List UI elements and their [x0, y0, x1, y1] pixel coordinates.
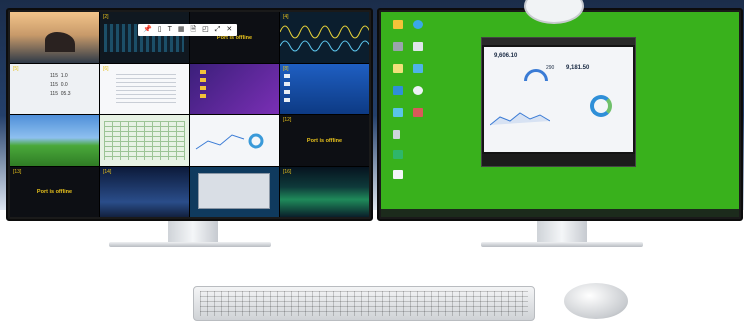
video-tile-9[interactable] [10, 115, 99, 166]
window-icon[interactable]: ◰ [202, 24, 209, 36]
donut-chart [590, 95, 612, 117]
meter-value: 115 [50, 81, 58, 88]
video-tile-16[interactable]: [16] [280, 166, 369, 217]
port-offline-text: Port is offline [306, 137, 343, 144]
tile-index-label: [5] [13, 65, 19, 72]
secondary-value: 290 [546, 65, 555, 71]
music-icon[interactable] [413, 64, 423, 73]
primary-value: 9,606.10 [494, 53, 518, 59]
video-tile-7[interactable] [190, 63, 279, 114]
video-tile-1[interactable] [10, 12, 99, 63]
tile-index-label: [16] [283, 168, 292, 175]
right-monitor: 9,606.10 290 9,181.50 [377, 0, 743, 221]
window-icon[interactable] [393, 170, 403, 179]
taskbar [381, 209, 739, 217]
window-titlebar [482, 38, 635, 45]
meter-value: 1.0 [60, 72, 68, 79]
fullscreen-icon[interactable]: ⤢ [215, 24, 221, 36]
multiview-toolbar: 📌 ▯ T ▦ 🗎 ◰ ⤢ ✕ [138, 24, 238, 36]
left-monitor: [2] Port is offline [4] [5] 115 1.0 115 … [6, 8, 373, 221]
globe-icon[interactable] [413, 86, 423, 95]
kvm-viewer-window[interactable]: 9,606.10 290 9,181.50 [481, 37, 636, 167]
meter-value: 05.3 [60, 90, 71, 97]
multiview-grid: [2] Port is offline [4] [5] 115 1.0 115 … [10, 12, 369, 217]
video-tile-2[interactable]: [2] [100, 12, 189, 63]
tile-index-label: [12] [283, 117, 292, 123]
gauge [524, 69, 548, 81]
video-tile-15[interactable] [190, 166, 279, 217]
database-icon[interactable] [393, 42, 403, 51]
spreadsheet-grid [104, 121, 185, 160]
tertiary-value: 9,181.50 [566, 65, 590, 71]
tile-index-label: [14] [103, 168, 112, 175]
meter-value: 115 [50, 90, 58, 97]
video-tile-6[interactable]: [6] [100, 63, 189, 114]
pin-icon[interactable]: 📌 [143, 24, 152, 36]
right-monitor-stand [537, 221, 587, 243]
video-tile-13[interactable]: [13] Port is offline [10, 166, 99, 217]
folder-icon[interactable] [393, 20, 403, 29]
tile-index-label: [2] [103, 14, 109, 20]
playback-controls[interactable] [482, 154, 635, 166]
file-icon[interactable]: 🗎 [190, 24, 196, 36]
settings-icon[interactable] [413, 42, 423, 51]
video-tile-14[interactable]: [14] [100, 166, 189, 217]
tools-icon[interactable] [413, 108, 423, 117]
tile-index-label: [8] [283, 65, 289, 72]
folder-icons [200, 69, 206, 100]
mouse[interactable] [564, 283, 628, 319]
cloud-icon[interactable] [413, 20, 423, 29]
port-offline-text: Port is offline [36, 189, 73, 196]
analytics-chart [195, 133, 264, 150]
document-lines [116, 73, 176, 104]
video-tile-5[interactable]: [5] 115 1.0 115 0.0 115 05.3 [10, 63, 99, 114]
keyboard-keys [200, 291, 528, 316]
desktop-icons [284, 73, 290, 106]
left-monitor-base [109, 242, 271, 247]
right-monitor-base [481, 242, 643, 247]
close-icon[interactable]: ✕ [226, 24, 232, 36]
video-tile-12[interactable]: [12] Port is offline [280, 115, 369, 166]
meter-value: 0.0 [60, 81, 68, 88]
multiview-screen: [2] Port is offline [4] [5] 115 1.0 115 … [10, 12, 369, 217]
video-tile-4[interactable]: [4] [280, 12, 369, 63]
phone-icon[interactable] [393, 130, 400, 139]
waveform-chart [280, 25, 369, 52]
green-desktop: 9,606.10 290 9,181.50 [381, 12, 739, 217]
share-icon[interactable] [393, 108, 403, 117]
grid-icon[interactable]: ▦ [178, 24, 185, 36]
cube-icon[interactable] [393, 86, 403, 95]
line-chart [490, 112, 550, 126]
monitor-icon[interactable]: ▯ [158, 24, 162, 36]
meter-readout: 115 1.0 115 0.0 115 05.3 [50, 72, 71, 99]
tile-index-label: [6] [103, 65, 109, 72]
meter-value: 115 [50, 72, 58, 79]
video-tile-10[interactable] [100, 115, 189, 166]
keyboard[interactable] [193, 286, 535, 321]
video-tile-8[interactable]: [8] [280, 63, 369, 114]
video-tile-11[interactable] [190, 115, 279, 166]
left-monitor-stand [168, 221, 218, 243]
dashboard-content: 9,606.10 290 9,181.50 [484, 47, 633, 152]
rock-silhouette [45, 32, 75, 52]
nested-window [198, 172, 270, 209]
video-tile-3[interactable]: Port is offline [190, 12, 279, 63]
tile-index-label: [13] [13, 168, 22, 175]
text-icon[interactable]: T [168, 24, 172, 36]
chat-icon[interactable] [393, 150, 403, 159]
note-icon[interactable] [393, 64, 403, 73]
